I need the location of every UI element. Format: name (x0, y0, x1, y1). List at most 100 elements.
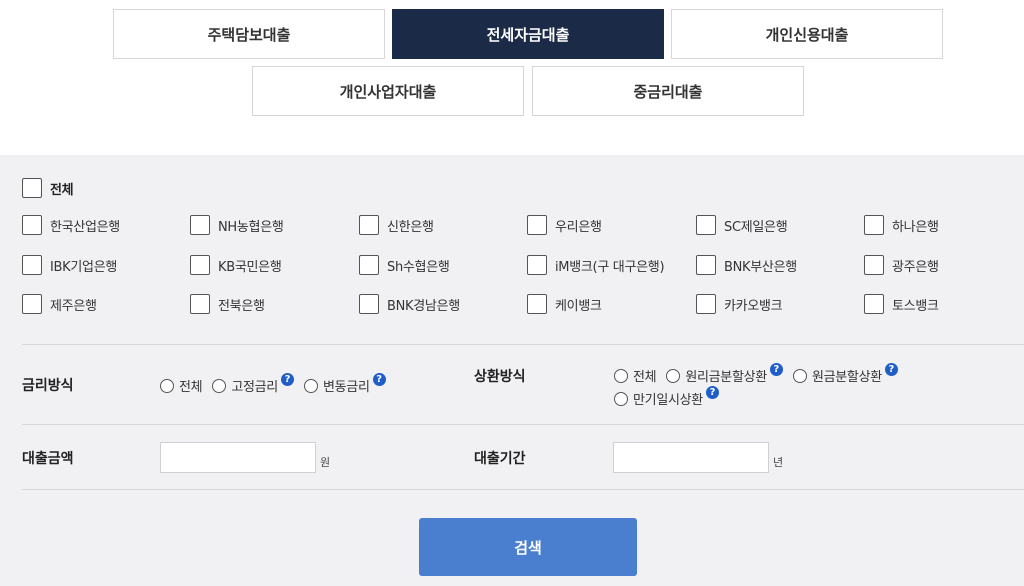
checkbox-box[interactable] (190, 215, 210, 235)
radio-label: 원금분할상환 (811, 370, 882, 385)
rate-type-radio-fixed[interactable]: 고정금리 ? (212, 373, 294, 395)
bank-checkbox-label: BNK경남은행 (387, 298, 460, 314)
checkbox-box[interactable] (527, 215, 547, 235)
search-button[interactable]: 검색 (419, 518, 637, 576)
radio-label: 원리금분할상환 (685, 370, 767, 385)
radio-circle[interactable] (160, 378, 174, 393)
checkbox-box[interactable] (190, 255, 210, 275)
checkbox-label: 전체 (50, 182, 74, 198)
loan-period-label: 대출기간 (474, 451, 526, 467)
tab-sole-proprietor-loan[interactable]: 개인사업자대출 (252, 66, 524, 116)
bank-checkbox[interactable]: Sh수협은행 (359, 255, 450, 275)
radio-circle[interactable] (666, 368, 681, 383)
tab-label: 개인신용대출 (765, 25, 849, 44)
bank-checkbox[interactable]: IBK기업은행 (22, 255, 117, 275)
checkbox-box[interactable] (864, 294, 884, 314)
checkbox-box[interactable] (864, 215, 884, 235)
tab-personal-credit-loan[interactable]: 개인신용대출 (671, 9, 943, 59)
loan-period-input[interactable] (613, 442, 769, 473)
bank-checkbox-label: 토스뱅크 (892, 298, 939, 314)
bank-checkbox-label: Sh수협은행 (387, 259, 450, 275)
tab-label: 개인사업자대출 (339, 82, 437, 101)
checkbox-box[interactable] (22, 178, 42, 198)
help-icon[interactable]: ? (884, 363, 898, 376)
bank-checkbox[interactable]: 광주은행 (864, 255, 939, 275)
bank-checkbox[interactable]: 한국산업은행 (22, 215, 120, 235)
help-icon[interactable]: ? (372, 373, 386, 386)
repayment-radio-bullet[interactable]: 만기일시상환 ? (614, 386, 719, 408)
bank-checkbox[interactable]: 케이뱅크 (527, 294, 602, 314)
checkbox-box[interactable] (696, 215, 716, 235)
bank-checkbox[interactable]: 전북은행 (190, 294, 265, 314)
tab-home-mortgage-loan[interactable]: 주택담보대출 (113, 9, 385, 59)
rate-type-options: 전체 고정금리 ? 변동금리 ? (160, 373, 396, 395)
tab-label: 중금리대출 (633, 82, 703, 101)
divider (22, 344, 1024, 345)
repayment-radio-principal-interest[interactable]: 원리금분할상환 ? (666, 363, 783, 385)
bank-checkbox[interactable]: SC제일은행 (696, 215, 788, 235)
checkbox-box[interactable] (22, 215, 42, 235)
radio-circle[interactable] (303, 378, 318, 393)
repayment-radio-all[interactable]: 전체 (614, 366, 657, 385)
bank-checkbox-label: 전북은행 (218, 298, 265, 314)
checkbox-box[interactable] (864, 255, 884, 275)
checkbox-box[interactable] (359, 215, 379, 235)
checkbox-box[interactable] (527, 294, 547, 314)
radio-circle[interactable] (614, 391, 628, 406)
bank-checkbox-label: 우리은행 (555, 219, 602, 235)
radio-circle[interactable] (614, 368, 628, 383)
rate-type-radio-all[interactable]: 전체 (160, 376, 203, 395)
repayment-method-label: 상환방식 (474, 369, 526, 385)
divider (22, 489, 1024, 490)
bank-checkbox-label: KB국민은행 (218, 259, 282, 275)
bank-checkbox[interactable]: BNK경남은행 (359, 294, 460, 314)
radio-circle[interactable] (212, 378, 227, 393)
bank-checkbox-label: iM뱅크(구 대구은행) (555, 259, 665, 275)
bank-checkbox-label: IBK기업은행 (50, 259, 118, 275)
tab-jeonse-loan[interactable]: 전세자금대출 (392, 9, 664, 59)
checkbox-box[interactable] (527, 255, 547, 275)
loan-period-unit: 년 (773, 456, 784, 469)
bank-checkbox-label: 한국산업은행 (50, 219, 120, 235)
bank-checkbox-label: BNK부산은행 (724, 259, 797, 275)
bank-checkbox-label: 하나은행 (892, 219, 939, 235)
bank-checkbox[interactable]: BNK부산은행 (696, 255, 797, 275)
bank-checkbox[interactable]: NH농협은행 (190, 215, 284, 235)
bank-checkbox[interactable]: 하나은행 (864, 215, 939, 235)
tab-mid-rate-loan[interactable]: 중금리대출 (532, 66, 804, 116)
bank-checkbox-label: 카카오뱅크 (724, 298, 783, 314)
help-icon[interactable]: ? (280, 373, 294, 386)
bank-checkbox[interactable]: KB국민은행 (190, 255, 282, 275)
divider (22, 424, 1024, 425)
checkbox-box[interactable] (359, 255, 379, 275)
radio-circle[interactable] (792, 368, 807, 383)
bank-select-all-row: 전체 (22, 178, 74, 198)
loan-amount-input[interactable] (160, 442, 316, 473)
checkbox-box[interactable] (190, 294, 210, 314)
help-icon[interactable]: ? (769, 363, 783, 376)
bank-checkbox-all[interactable]: 전체 (22, 178, 74, 198)
checkbox-box[interactable] (22, 294, 42, 314)
radio-label: 만기일시상환 (633, 393, 703, 408)
radio-label: 전체 (179, 380, 203, 395)
bank-checkbox[interactable]: 제주은행 (22, 294, 97, 314)
loan-amount-unit: 원 (320, 456, 331, 469)
bank-checkbox[interactable]: 신한은행 (359, 215, 434, 235)
checkbox-box[interactable] (696, 255, 716, 275)
radio-label: 변동금리 (322, 380, 370, 395)
bank-checkbox[interactable]: 카카오뱅크 (696, 294, 783, 314)
checkbox-box[interactable] (696, 294, 716, 314)
radio-label: 고정금리 (231, 380, 278, 395)
checkbox-box[interactable] (359, 294, 379, 314)
checkbox-box[interactable] (22, 255, 42, 275)
tab-label: 주택담보대출 (207, 25, 291, 44)
bank-checkbox[interactable]: 토스뱅크 (864, 294, 939, 314)
rate-type-radio-variable[interactable]: 변동금리 ? (303, 373, 386, 395)
repayment-method-options: 전체 원리금분할상환 ? 원금분할상환 ? 만기일시상환 ? (614, 363, 1014, 408)
bank-checkbox[interactable]: 우리은행 (527, 215, 602, 235)
help-icon[interactable]: ? (705, 386, 719, 399)
repayment-radio-principal[interactable]: 원금분할상환 ? (792, 363, 898, 385)
bank-checkbox-label: SC제일은행 (724, 219, 788, 235)
bank-checkbox-label: 신한은행 (387, 219, 434, 235)
bank-checkbox[interactable]: iM뱅크(구 대구은행) (527, 255, 665, 275)
